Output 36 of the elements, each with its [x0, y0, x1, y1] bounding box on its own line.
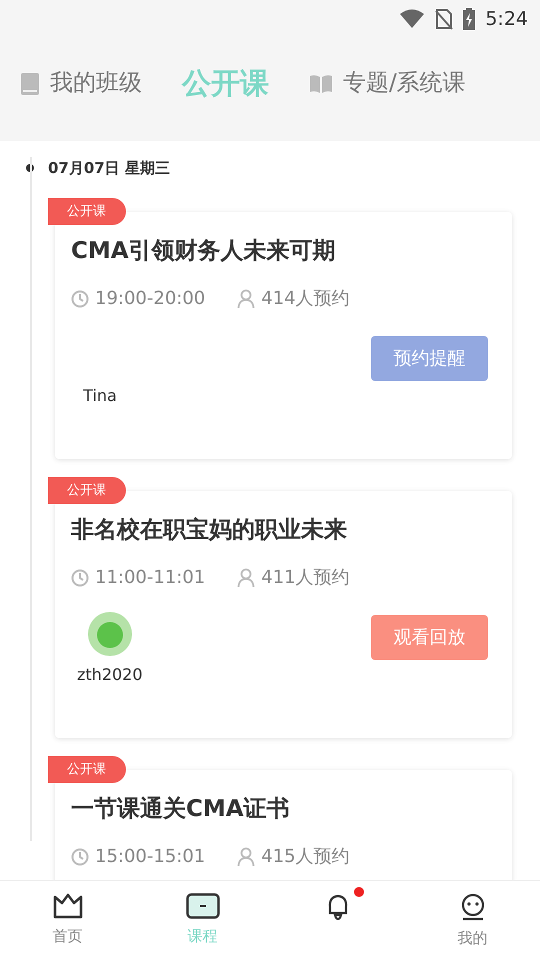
status-time: 5:24: [485, 6, 528, 32]
person-icon: [237, 568, 256, 588]
clock-icon: [71, 290, 89, 308]
course-time: 15:00-15:01: [95, 845, 206, 870]
avatar: [86, 611, 133, 658]
remind-button[interactable]: 预约提醒: [371, 336, 488, 382]
clock-icon: [71, 848, 89, 866]
replay-button[interactable]: 观看回放: [371, 615, 488, 660]
course-time: 19:00-20:00: [95, 287, 206, 312]
clock-icon: [71, 568, 89, 587]
screen-icon: [186, 893, 220, 919]
date-heading: 07月07日 星期三: [48, 158, 170, 179]
category-tab[interactable]: 专题/系统课: [309, 66, 466, 101]
course-tag: 公开课: [48, 476, 126, 504]
teacher-name: Tina: [83, 385, 117, 408]
booking-count: 415人预约: [261, 845, 350, 870]
nav-tab[interactable]: 首页: [0, 881, 135, 960]
category-tab[interactable]: 我的班级: [20, 66, 142, 101]
crown-icon: [52, 893, 82, 919]
booking-count: 411人预约: [261, 566, 350, 590]
course-title: 一节课通关CMA证书: [71, 796, 291, 824]
teacher-name: zth2020: [77, 664, 143, 686]
wifi-icon: [399, 9, 426, 29]
nav-tab[interactable]: 我的: [405, 881, 540, 960]
no-sim-icon: [435, 8, 454, 30]
person-icon: [237, 846, 256, 867]
course-time: 11:00-11:01: [95, 566, 206, 590]
course-title: CMA引领财务人未来可期: [71, 238, 337, 266]
book-icon: [20, 72, 40, 96]
booking-count: 414人预约: [261, 287, 350, 312]
course-title: 非名校在职宝妈的职业未来: [71, 516, 348, 544]
battery-icon: [463, 8, 476, 30]
course-tag: 公开课: [48, 198, 126, 225]
course-tag: 公开课: [48, 756, 126, 783]
person-icon: [237, 288, 256, 309]
open-book-icon: [309, 74, 333, 94]
